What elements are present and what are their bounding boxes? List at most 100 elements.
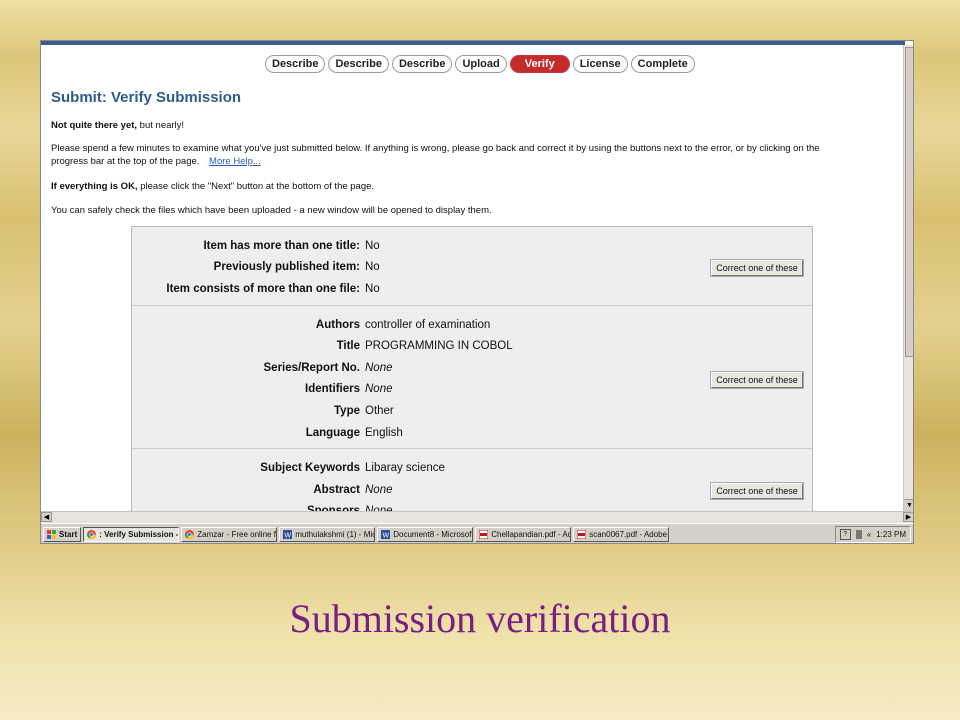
- start-label: Start: [59, 530, 78, 539]
- start-button[interactable]: Start: [43, 527, 82, 542]
- review-value: English: [365, 426, 403, 439]
- review-section-describe-action: Correct one of these: [702, 305, 813, 450]
- next-instruction-strong: If everything is OK,: [51, 181, 138, 192]
- taskbar-item-label: scan0067.pdf - Adobe R...: [589, 530, 668, 539]
- review-label: Type: [334, 404, 360, 417]
- slide-caption: Submission verification: [289, 596, 671, 641]
- review-section-options-action: Correct one of these: [702, 226, 813, 306]
- review-row: Previously published item: No: [132, 257, 702, 279]
- review-label: Series/Report No.: [263, 361, 361, 374]
- next-instruction: If everything is OK, please click the "N…: [51, 181, 374, 192]
- correct-button-options[interactable]: Correct one of these: [711, 260, 803, 277]
- word-icon: W: [283, 530, 293, 540]
- review-row: Identifiers None: [132, 379, 702, 401]
- scroll-left-arrow-icon[interactable]: ◀: [41, 512, 52, 522]
- progress-step-verify: Verify: [509, 55, 570, 73]
- review-section-describe-rows: Authors controller of examination Title PR…: [131, 305, 702, 450]
- chrome-icon: [87, 530, 97, 540]
- progress-bar[interactable]: Describe Describe Describe Upload Verify…: [265, 55, 698, 73]
- instructions-line-2: progress bar at the top of the page. Mor…: [51, 156, 261, 167]
- svg-text:W: W: [383, 533, 390, 540]
- next-instruction-rest: please click the "Next" button at the bo…: [137, 181, 375, 192]
- review-value: None: [365, 383, 393, 396]
- pdf-icon: [576, 529, 587, 540]
- clock: 1:23 PM: [876, 530, 906, 539]
- review-label: Authors: [315, 318, 360, 331]
- intro-rest: but nearly!: [137, 120, 185, 131]
- instructions-line-2-text: progress bar at the top of the page.: [51, 156, 200, 167]
- correct-button-subject[interactable]: Correct one of these: [711, 482, 803, 499]
- intro-strong: Not quite there yet,: [51, 120, 138, 131]
- system-tray: ? « 1:23 PM: [834, 526, 911, 543]
- review-label: Title: [336, 340, 360, 353]
- review-value: controller of examination: [365, 318, 491, 331]
- taskbar-item-label: Zamzar - Free online file ...: [197, 530, 276, 539]
- taskbar-item-label: muthulakshmi (1) - Micro...: [295, 530, 374, 539]
- more-help-link[interactable]: More Help...: [209, 156, 261, 167]
- review-value: Libaray science: [365, 462, 445, 475]
- taskbar-item-label: Document8 - Microsoft ...: [393, 530, 474, 539]
- review-value: No: [365, 282, 380, 295]
- review-value: Other: [365, 404, 394, 417]
- review-row: Series/Report No. None: [132, 357, 702, 379]
- review-label: Item consists of more than one file:: [166, 282, 360, 295]
- progress-step-complete: Complete: [630, 55, 695, 73]
- svg-text:W: W: [285, 533, 292, 540]
- taskbar-item-chellapandian-pdf[interactable]: Chellapandian.pdf - Ado...: [475, 527, 572, 542]
- review-row: Authors controller of examination: [132, 314, 702, 336]
- review-row: Item consists of more than one file: No: [132, 278, 702, 300]
- review-label: Language: [305, 426, 360, 439]
- tray-expand-chevron-icon[interactable]: «: [867, 530, 871, 539]
- taskbar-item-document8[interactable]: W Document8 - Microsoft ...: [377, 527, 474, 542]
- scroll-right-arrow-icon[interactable]: ▶: [903, 512, 913, 522]
- taskbar-item-verify-submission[interactable]: : Verify Submission - ...: [83, 527, 180, 542]
- review-label: Item has more than one title:: [203, 239, 360, 252]
- progress-step-license: License: [572, 55, 628, 73]
- taskbar-item-scan0067-pdf[interactable]: scan0067.pdf - Adobe R...: [573, 527, 670, 542]
- progress-step-upload[interactable]: Upload: [455, 55, 507, 73]
- review-row: Subject Keywords Libaray science: [132, 457, 702, 479]
- speaker-icon[interactable]: [855, 530, 862, 539]
- instructions-line-1: Please spend a few minutes to examine wh…: [51, 143, 820, 154]
- page-top-border: [41, 41, 905, 45]
- vertical-scrollbar[interactable]: ▼: [903, 45, 913, 511]
- help-icon[interactable]: ?: [839, 529, 851, 540]
- windows-logo-icon: [47, 530, 56, 539]
- page-title: Submit: Verify Submission: [51, 89, 242, 106]
- scrollbar-thumb[interactable]: [905, 47, 913, 357]
- taskbar-item-zamzar[interactable]: Zamzar - Free online file ...: [181, 527, 278, 542]
- review-row: Abstract None: [132, 479, 702, 501]
- review-label: Identifiers: [305, 383, 360, 396]
- review-section-options-rows: Item has more than one title: No Previous…: [131, 226, 702, 306]
- review-section-options: Item has more than one title: No Previous…: [131, 226, 813, 306]
- windows-taskbar: Start : Verify Submission - ... Zamzar -…: [41, 523, 913, 543]
- review-value: None: [365, 361, 393, 374]
- review-value: No: [365, 261, 380, 274]
- review-row: Type Other: [132, 400, 702, 422]
- correct-button-describe[interactable]: Correct one of these: [711, 371, 803, 388]
- review-row: Language English: [132, 422, 702, 444]
- progress-step-describe-1[interactable]: Describe: [265, 55, 326, 73]
- pdf-icon: [478, 529, 489, 540]
- chrome-icon: [185, 530, 195, 540]
- review-value: PROGRAMMING IN COBOL: [365, 340, 513, 353]
- intro-text: Not quite there yet, but nearly!: [51, 120, 184, 131]
- browser-screenshot: Describe Describe Describe Upload Verify…: [40, 40, 914, 544]
- review-table: Item has more than one title: No Previous…: [131, 226, 813, 529]
- scroll-down-arrow-icon[interactable]: ▼: [904, 499, 913, 511]
- review-section-describe: Authors controller of examination Title PR…: [131, 305, 813, 450]
- review-value: No: [365, 239, 380, 252]
- review-label: Abstract: [313, 483, 360, 496]
- progress-step-describe-2[interactable]: Describe: [328, 55, 389, 73]
- progress-step-describe-3[interactable]: Describe: [391, 55, 453, 73]
- files-note: You can safely check the files which hav…: [51, 205, 492, 216]
- review-value: None: [365, 483, 393, 496]
- review-label: Subject Keywords: [260, 462, 360, 475]
- taskbar-item-label: Chellapandian.pdf - Ado...: [491, 530, 570, 539]
- review-label: Previously published item:: [213, 261, 360, 274]
- horizontal-scrollbar[interactable]: ◀ ▶: [41, 511, 913, 523]
- word-icon: W: [381, 530, 391, 540]
- taskbar-item-muthulakshmi[interactable]: W muthulakshmi (1) - Micro...: [279, 527, 376, 542]
- review-row: Item has more than one title: No: [132, 235, 702, 257]
- taskbar-item-label: : Verify Submission - ...: [99, 530, 180, 539]
